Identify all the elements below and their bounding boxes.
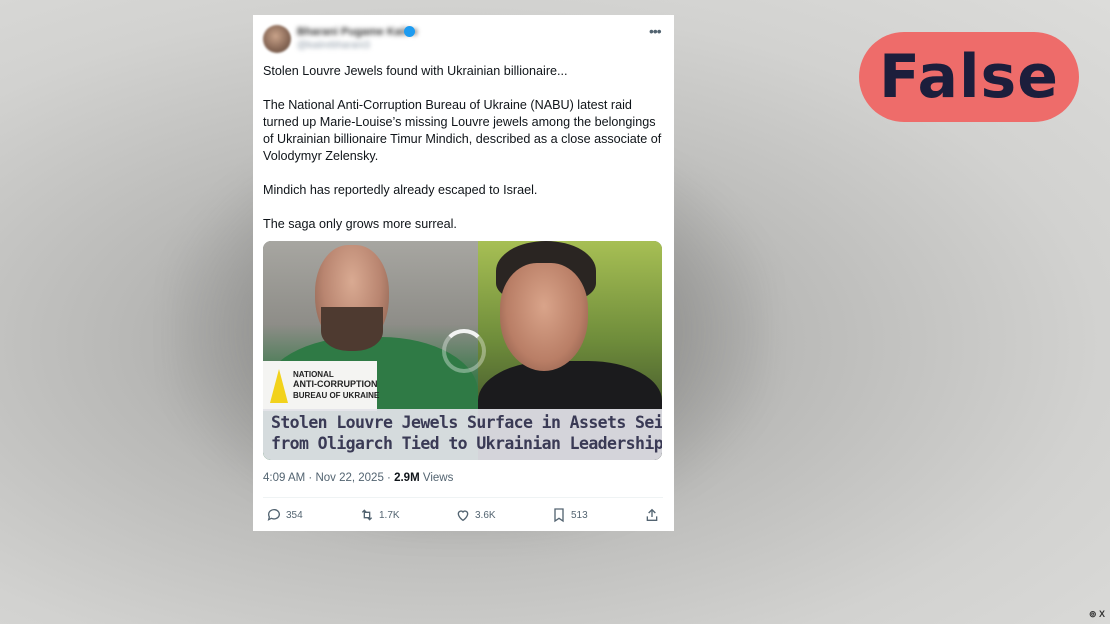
- nabu-logo: NATIONAL ANTI-CORRUPTION BUREAU OF UKRAI…: [263, 361, 380, 411]
- views-label: Views: [419, 472, 454, 484]
- avatar[interactable]: [263, 25, 291, 53]
- nabu-logo-line: ANTI-CORRUPTION: [293, 379, 378, 389]
- tweet-paragraph: Stolen Louvre Jewels found with Ukrainia…: [263, 64, 568, 78]
- tweet-card: Bharani Pugame Kaiire @kaiirebharani3 ••…: [253, 15, 674, 531]
- watermark: ⊚ X: [1088, 609, 1105, 619]
- share-button[interactable]: [644, 507, 664, 523]
- headline-line: Stolen Louvre Jewels Surface in Assets S…: [271, 413, 662, 432]
- views-count: 2.9M: [394, 472, 420, 484]
- nabu-mark-icon: [270, 369, 288, 403]
- person-right-face: [500, 263, 588, 371]
- meta-separator: ·: [305, 472, 316, 484]
- tweet-paragraph: Mindich has reportedly already escaped t…: [263, 183, 538, 197]
- retweet-icon: [361, 509, 373, 521]
- divider: [263, 497, 663, 498]
- bookmark-icon: [554, 508, 564, 523]
- like-button[interactable]: 3.6K: [455, 507, 496, 523]
- nabu-logo-line: NATIONAL: [293, 370, 334, 379]
- verified-icon: [404, 26, 415, 37]
- bookmark-count: 513: [571, 509, 588, 521]
- headline-line: from Oligarch Tied to Ukrainian Leadersh…: [271, 434, 662, 453]
- meta-separator: ·: [383, 472, 395, 484]
- reply-icon: [267, 509, 280, 521]
- tweet-paragraph: The National Anti-Corruption Bureau of U…: [263, 98, 662, 163]
- user-name[interactable]: Bharani Pugame Kaiire: [297, 26, 417, 38]
- user-handle[interactable]: @kaiirebharani3: [297, 40, 370, 51]
- tweet-time[interactable]: 4:09 AM: [263, 472, 305, 484]
- retweet-button[interactable]: 1.7K: [359, 507, 400, 523]
- retweet-count: 1.7K: [379, 509, 400, 521]
- media-headline: Stolen Louvre Jewels Surface in Assets S…: [263, 409, 662, 460]
- reply-count: 354: [286, 509, 303, 521]
- tweet-media[interactable]: NATIONAL ANTI-CORRUPTION BUREAU OF UKRAI…: [263, 241, 662, 460]
- tweet-date[interactable]: Nov 22, 2025: [315, 472, 383, 484]
- tweet-meta: 4:09 AM · Nov 22, 2025 · 2.9M Views: [263, 472, 453, 484]
- share-icon: [646, 508, 658, 521]
- loading-icon: [442, 329, 486, 373]
- bookmark-button[interactable]: 513: [551, 507, 588, 523]
- tweet-paragraph: The saga only grows more surreal.: [263, 217, 457, 231]
- verdict-label: False: [879, 42, 1059, 112]
- reply-button[interactable]: 354: [266, 507, 303, 523]
- nabu-logo-line: BUREAU OF UKRAINE: [293, 391, 380, 400]
- more-icon[interactable]: •••: [649, 23, 663, 39]
- like-count: 3.6K: [475, 509, 496, 521]
- person-left-beard: [321, 307, 383, 351]
- verdict-badge: False: [859, 32, 1079, 122]
- tweet-text: Stolen Louvre Jewels found with Ukrainia…: [263, 63, 665, 233]
- like-icon: [457, 510, 469, 522]
